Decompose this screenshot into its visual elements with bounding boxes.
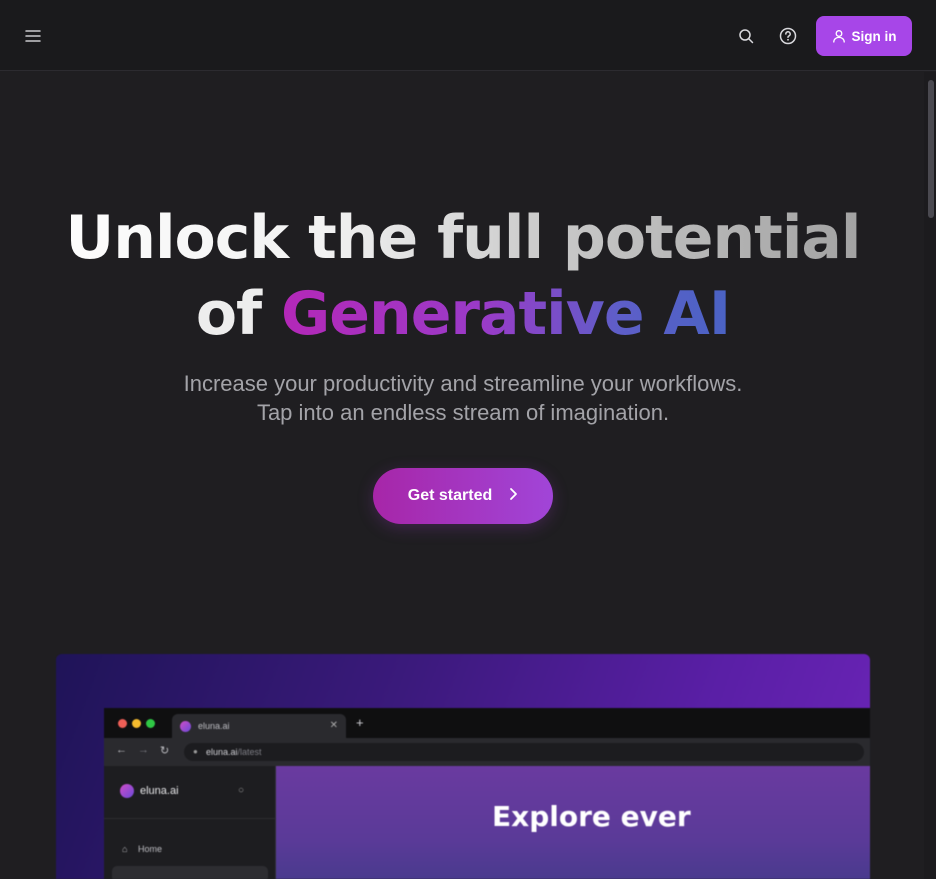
preview-sidebar-home: ⌂ Home xyxy=(122,844,162,854)
favicon-icon xyxy=(180,721,191,732)
preview-brand-name: eluna.ai xyxy=(140,785,179,797)
preview-sidebar-active-item xyxy=(112,866,268,879)
preview-url-path: /latest xyxy=(237,747,262,757)
preview-browser-window: eluna.ai ✕ + ← → ↻ ● eluna.ai/latest elu… xyxy=(104,708,870,879)
top-navigation-bar: Sign in xyxy=(0,0,936,71)
sign-in-label: Sign in xyxy=(851,28,897,44)
get-started-label: Get started xyxy=(407,487,493,504)
preview-tab-strip: eluna.ai ✕ + xyxy=(104,708,870,738)
plus-icon: + xyxy=(356,715,364,730)
window-maximize-dot xyxy=(146,719,155,728)
hero-subtitle-line1: Increase your productivity and streamlin… xyxy=(183,371,743,396)
lock-icon: ● xyxy=(193,747,198,756)
hero-subtitle-line2: Tap into an endless stream of imaginatio… xyxy=(256,400,670,425)
hero-heading-highlight: Generative AI xyxy=(281,279,731,349)
preview-sidebar: eluna.ai ○ ⌂ Home xyxy=(104,766,276,879)
hamburger-icon[interactable] xyxy=(20,24,46,48)
preview-address-bar: ← → ↻ ● eluna.ai/latest xyxy=(104,738,870,766)
hero-heading-of: of xyxy=(195,279,262,349)
forward-arrow-icon: → xyxy=(138,744,149,756)
divider xyxy=(104,818,276,819)
help-circle-icon[interactable] xyxy=(776,24,800,48)
search-icon: ○ xyxy=(238,785,245,796)
product-preview-image: eluna.ai ✕ + ← → ↻ ● eluna.ai/latest elu… xyxy=(56,654,870,879)
hero-heading: Unlock the full potential of Generative … xyxy=(0,200,926,352)
user-icon xyxy=(832,29,846,43)
window-close-dot xyxy=(118,719,127,728)
window-minimize-dot xyxy=(132,719,141,728)
logo-icon xyxy=(120,784,134,798)
home-icon: ⌂ xyxy=(122,844,128,854)
preview-url-field: ● eluna.ai/latest xyxy=(184,743,864,761)
preview-url-host: eluna.ai xyxy=(206,747,238,757)
preview-tab-title: eluna.ai xyxy=(198,721,230,731)
preview-tab: eluna.ai ✕ xyxy=(172,714,346,738)
chevron-right-icon xyxy=(508,487,518,506)
preview-main-heading: Explore ever xyxy=(492,800,691,833)
hero-heading-line1: Unlock the full potential xyxy=(0,200,926,276)
sign-in-button[interactable]: Sign in xyxy=(816,16,912,56)
close-icon: ✕ xyxy=(329,720,338,731)
scrollbar-thumb[interactable] xyxy=(928,80,934,218)
preview-sidebar-home-label: Home xyxy=(138,844,163,854)
get-started-button[interactable]: Get started xyxy=(373,468,553,524)
search-icon[interactable] xyxy=(734,24,758,48)
back-arrow-icon: ← xyxy=(116,744,127,756)
reload-icon: ↻ xyxy=(160,745,170,757)
preview-brand: eluna.ai xyxy=(120,784,179,798)
